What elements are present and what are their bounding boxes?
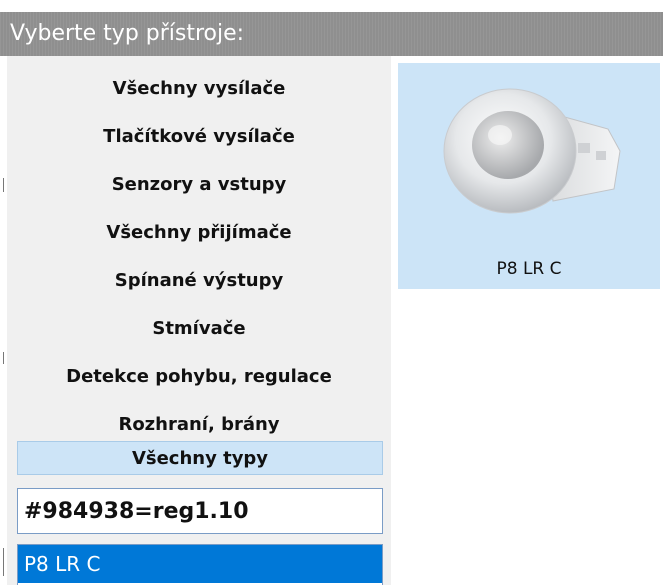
category-button-transmitters[interactable]: Tlačítkové vysílače: [7, 117, 391, 157]
category-all-receivers[interactable]: Všechny přijímače: [7, 213, 391, 253]
window-title-bar: Vyberte typ přístroje:: [0, 12, 663, 56]
category-sensors-inputs[interactable]: Senzory a vstupy: [7, 165, 391, 205]
motion-sensor-image: [443, 88, 621, 214]
device-gallery: P8 LR C: [391, 56, 663, 585]
category-motion-regulation[interactable]: Detekce pohybu, regulace: [7, 357, 391, 397]
search-input[interactable]: [17, 488, 383, 534]
device-card[interactable]: P8 LR C: [398, 63, 660, 289]
left-edge-strip: [0, 56, 7, 585]
category-all-transmitters[interactable]: Všechny vysílače: [7, 69, 391, 109]
device-type-panel: Všechny vysílače Tlačítkové vysílače Sen…: [7, 56, 391, 585]
device-label: P8 LR C: [496, 259, 562, 279]
category-switched-outputs[interactable]: Spínané výstupy: [7, 261, 391, 301]
category-all-types[interactable]: Všechny typy: [17, 441, 383, 475]
category-interfaces-gateways[interactable]: Rozhraní, brány: [7, 405, 391, 445]
result-item[interactable]: P8 LR C: [18, 545, 382, 583]
edge-tick: [3, 178, 4, 192]
edge-tick: [3, 548, 4, 576]
window-title: Vyberte typ přístroje:: [10, 21, 245, 46]
edge-tick: [3, 352, 4, 364]
result-list: P8 LR C: [17, 544, 383, 585]
category-dimmers[interactable]: Stmívače: [7, 309, 391, 349]
